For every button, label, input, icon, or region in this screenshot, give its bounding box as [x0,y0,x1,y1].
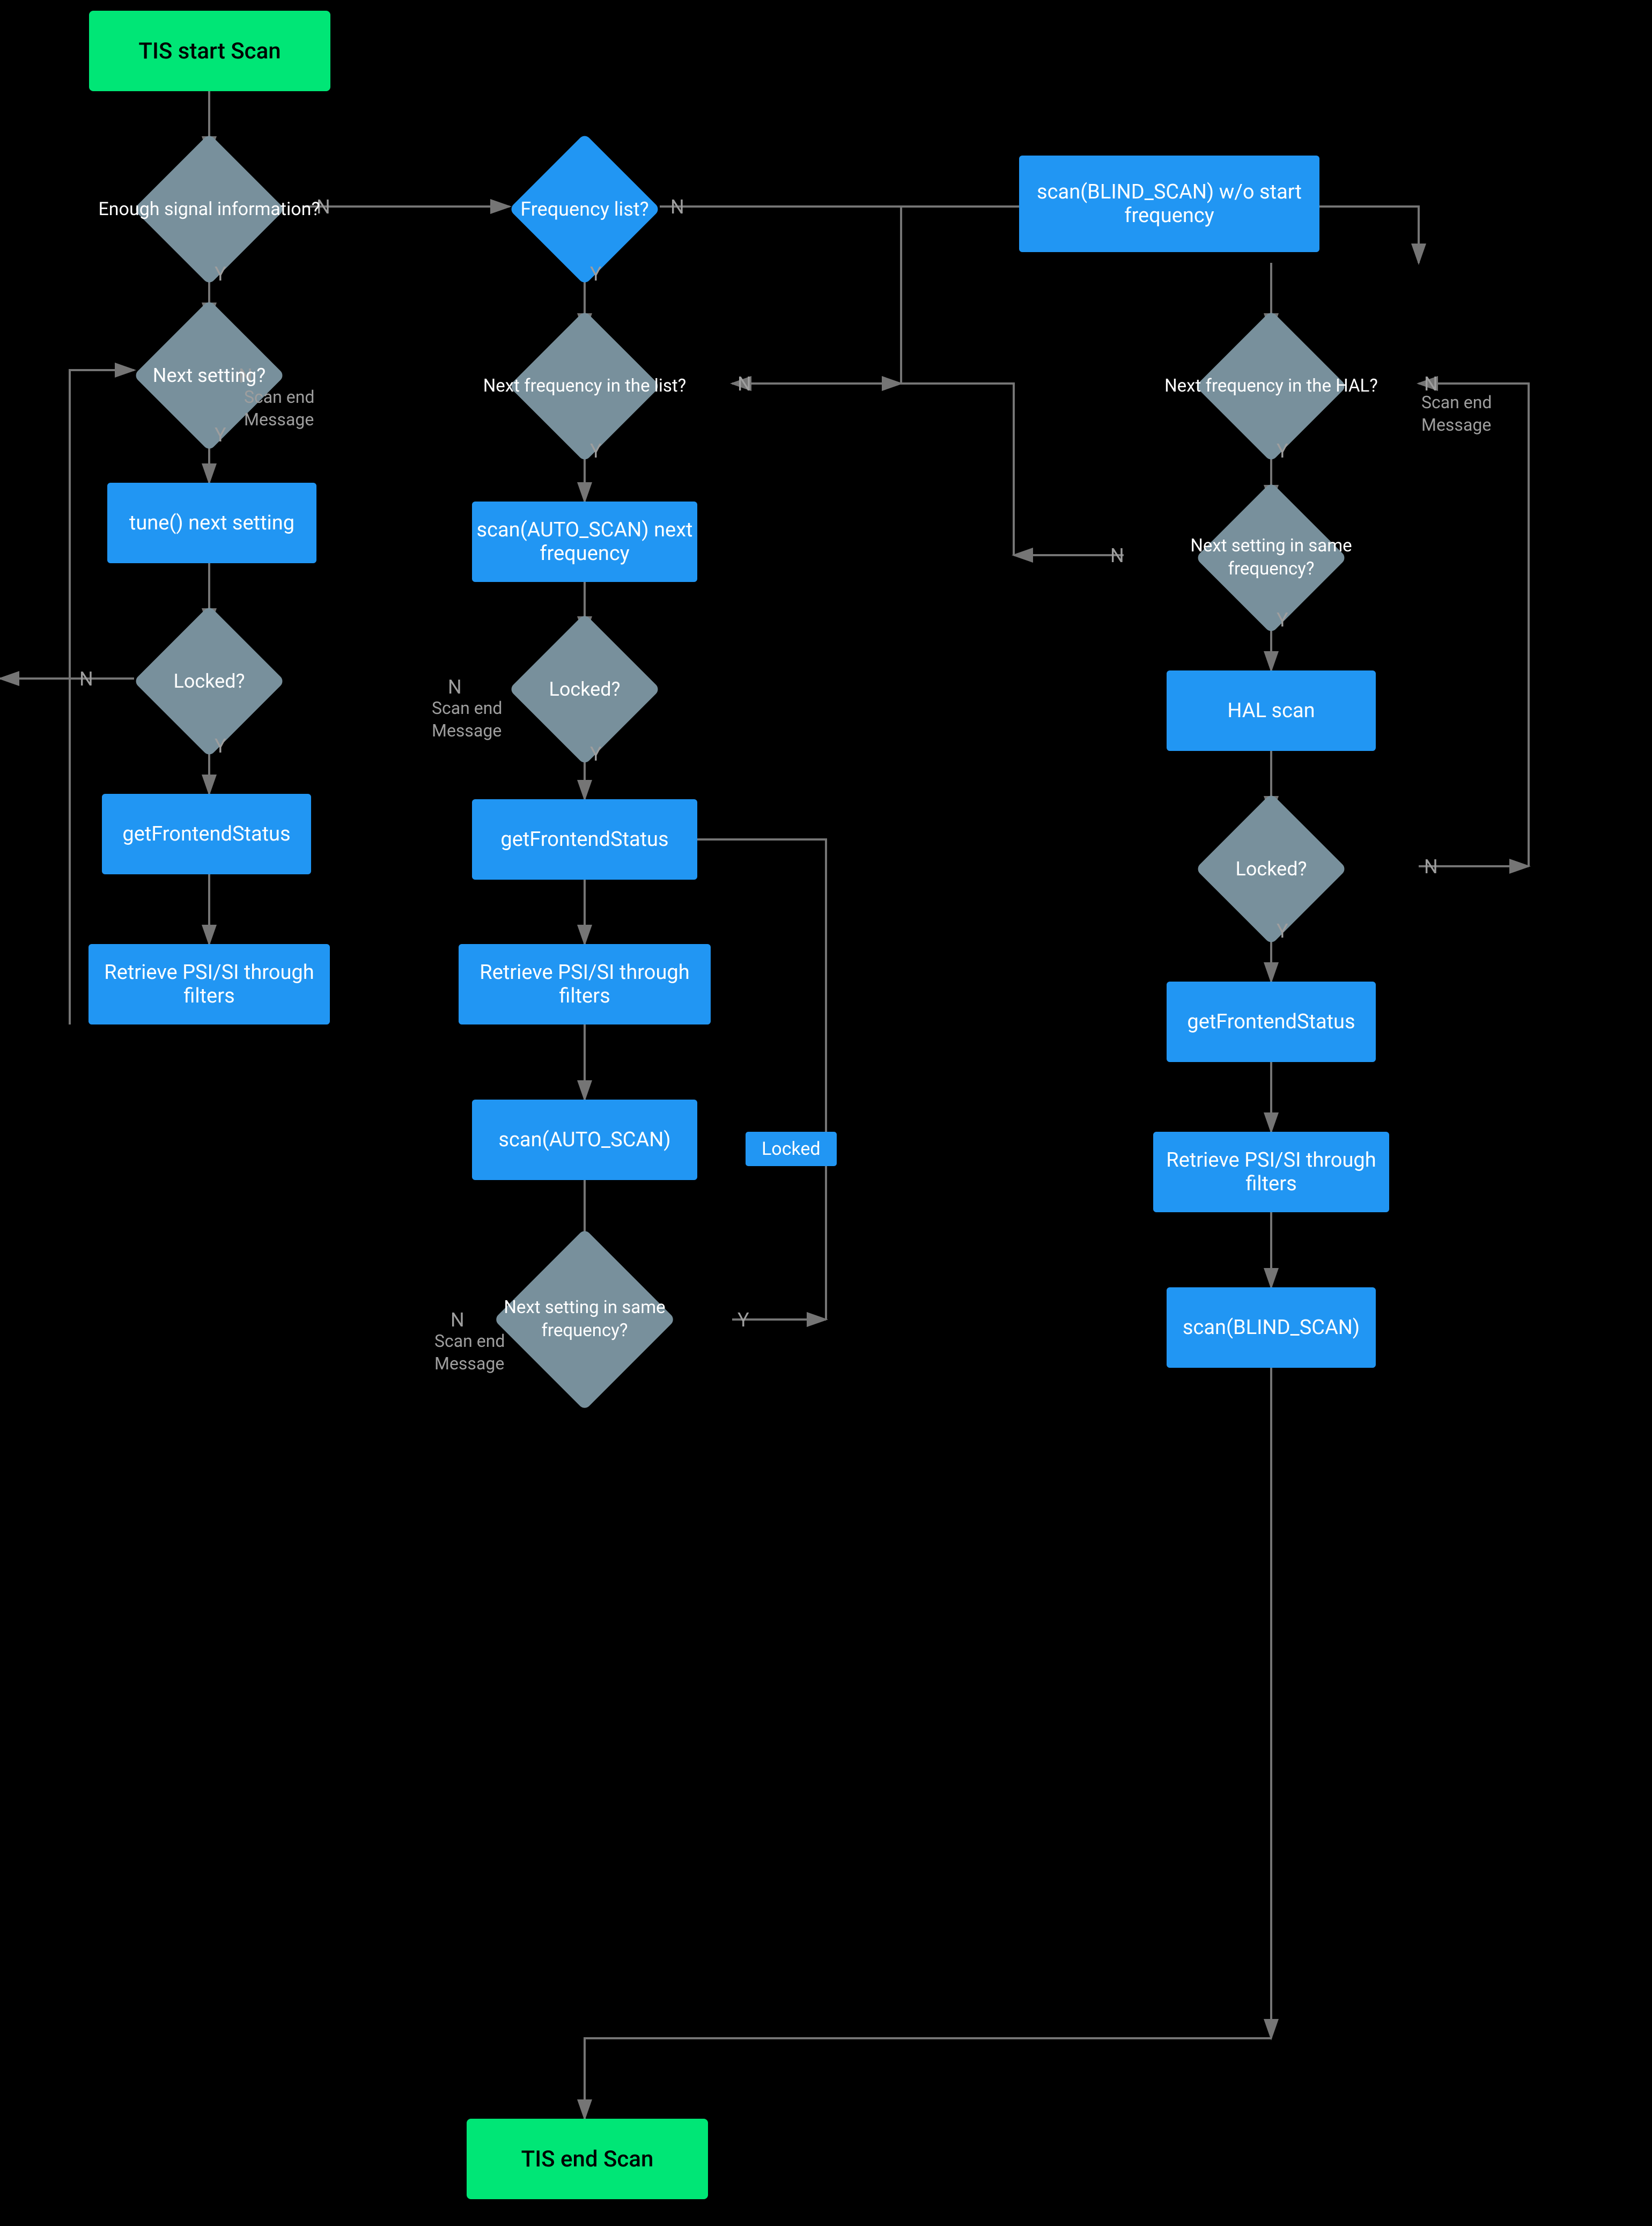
enough-signal-y-label: Y [215,263,226,285]
locked1-diamond: Locked? [97,628,322,735]
next-freq-hal-y-label: Y [1277,440,1288,462]
get-frontend3-label: getFrontendStatus [1187,1010,1355,1034]
scan-auto2-label: scan(AUTO_SCAN) [498,1128,670,1152]
get-frontend1-process: getFrontendStatus [102,794,311,874]
next-setting-same-freq3-label: Next setting in same frequency? [1153,535,1389,581]
tune-next-label: tune() next setting [129,511,294,535]
next-setting2-y-label: Y [738,1309,749,1331]
scan-blind2-label: scan(BLIND_SCAN) [1183,1316,1360,1339]
next-freq-list-y-label: Y [590,440,602,462]
retrieve-psi3-label: Retrieve PSI/SI through filters [1153,1148,1389,1196]
retrieve-psi1-process: Retrieve PSI/SI through filters [88,944,330,1024]
locked3-diamond: Locked? [1153,815,1389,923]
start-terminal: TIS start Scan [89,11,330,91]
locked2-n-label: N [448,676,462,698]
scan-auto-label: scan(AUTO_SCAN) next frequency [472,518,697,565]
locked1-n-label: N [79,668,93,690]
start-label: TIS start Scan [138,38,281,64]
next-freq-list-label: Next frequency in the list? [483,375,687,398]
blind-scan-start-label: scan(BLIND_SCAN) w/o start frequency [1019,180,1319,227]
next-freq-list-n-label: N [738,373,751,395]
retrieve-psi2-label: Retrieve PSI/SI through filters [459,961,711,1008]
end-terminal: TIS end Scan [467,2119,708,2199]
flowchart: TIS start Scan Enough signal information… [0,0,1652,2226]
next-freq-hal-diamond: Next frequency in the HAL? [1153,333,1389,440]
next-setting-same-freq3-diamond: Next setting in same frequency? [1153,504,1389,611]
next-setting-y-label: Y [215,424,226,446]
end-label: TIS end Scan [521,2146,654,2172]
retrieve-psi1-label: Retrieve PSI/SI through filters [88,961,330,1008]
get-frontend3-process: getFrontendStatus [1167,982,1376,1062]
scan-auto2-process: scan(AUTO_SCAN) [472,1100,697,1180]
retrieve-psi2-process: Retrieve PSI/SI through filters [459,944,711,1024]
get-frontend1-label: getFrontendStatus [122,822,290,846]
frequency-list-diamond: Frequency list? [467,156,703,263]
locked1-y-label: Y [215,735,226,757]
tune-next-process: tune() next setting [107,483,316,563]
locked3-n-label: N [1424,856,1438,878]
next-freq-hal-label: Next frequency in the HAL? [1164,375,1378,398]
frequency-list-label: Frequency list? [520,197,648,222]
next-setting3-n-label: N [1110,544,1124,567]
blind-scan-start-process: scan(BLIND_SCAN) w/o start frequency [1019,156,1319,252]
locked1-label: Locked? [173,669,245,694]
locked2-scan-end: Scan endMessage [432,697,502,742]
next-freq-list-diamond: Next frequency in the list? [467,333,703,440]
freq-list-y-label: Y [590,263,602,285]
hal-scan-label: HAL scan [1227,699,1315,723]
locked3-label: Locked? [1235,857,1307,882]
locked-badge: Locked [746,1132,837,1166]
retrieve-psi3-process: Retrieve PSI/SI through filters [1153,1132,1389,1212]
next-setting-scan-end: Scan endMessage [244,386,314,431]
scan-auto-process: scan(AUTO_SCAN) next frequency [472,502,697,582]
next-setting3-y-label: Y [1277,609,1288,631]
freq-list-n-label: N [670,196,684,218]
next-setting-same-freq2-label: Next setting in same frequency? [459,1296,711,1343]
locked2-y-label: Y [590,743,602,765]
enough-signal-diamond: Enough signal information? [97,156,322,263]
locked2-label: Locked? [549,677,620,702]
hal-scan-process: HAL scan [1167,670,1376,751]
get-frontend2-label: getFrontendStatus [500,828,668,851]
next-setting-label: Next setting? [153,363,266,388]
get-frontend2-process: getFrontendStatus [472,799,697,880]
next-freq-hal-scan-end: Scan endMessage [1421,392,1492,436]
scan-blind2-process: scan(BLIND_SCAN) [1167,1287,1376,1368]
locked3-y-label: Y [1277,920,1288,942]
enough-signal-label: Enough signal information? [98,197,320,221]
